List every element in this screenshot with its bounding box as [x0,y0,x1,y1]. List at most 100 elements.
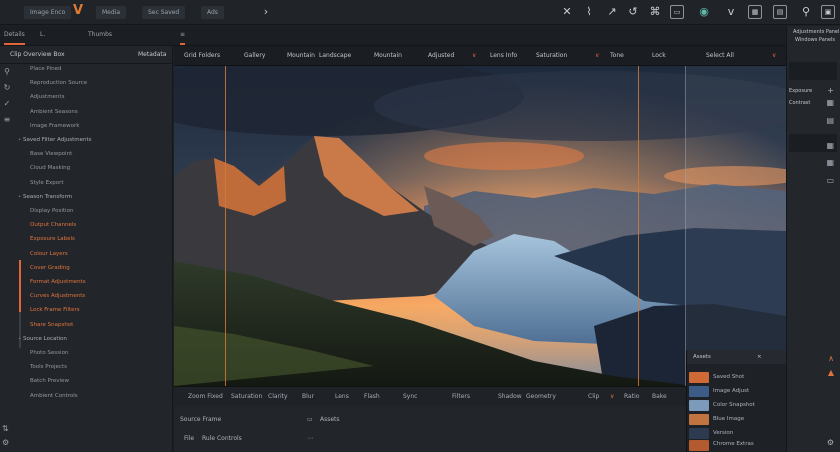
strip-item[interactable]: Ratio [624,393,639,400]
tree-item[interactable]: Style Export [30,178,64,189]
wand-icon[interactable]: ⌘ [648,5,662,19]
globe-icon[interactable]: ◉ [697,5,711,19]
asset-item[interactable]: Saved Shot [713,374,744,380]
frame-icon[interactable]: ▭ [826,176,834,185]
gallery-icon[interactable]: ▦ [748,5,762,19]
asset-item[interactable]: Version [713,430,733,436]
strip-item[interactable]: Blur [302,393,314,400]
thumbnail[interactable] [689,372,709,383]
close-icon[interactable]: × [757,354,762,360]
crop-guide-left[interactable] [225,66,226,386]
viewer-label[interactable]: Mountain [374,52,402,59]
tree-item[interactable]: Exposure Labels [30,234,75,245]
layers-icon[interactable]: ≡ [0,112,14,128]
grid-icon[interactable]: ▦ [826,141,834,150]
chevron-down-icon[interactable]: ∨ [595,52,599,59]
tree-item[interactable]: Colour Layers [30,249,68,260]
strip-item[interactable]: Lens [335,393,349,400]
viewer-label[interactable]: Grid Folders [184,52,220,59]
strip-item[interactable]: Geometry [526,393,556,400]
toolbar-pill-media[interactable]: Media [96,6,127,19]
tree-item[interactable]: Photo Session [30,348,68,359]
chevron-down-icon[interactable]: ∨ [472,52,476,59]
viewer-label[interactable]: Mountain [287,52,315,59]
tree-item[interactable]: Lock Frame Filters [30,305,80,316]
chevron-right-icon[interactable]: › [259,5,273,19]
loop-icon[interactable]: ↻ [0,80,14,96]
more-icon[interactable]: ⋯ [307,435,313,442]
thumbnail[interactable] [689,440,709,451]
strip-item[interactable]: Saturation [231,393,262,400]
viewer-label[interactable]: Gallery [244,52,265,59]
tab-thumbs[interactable]: Thumbs [88,31,112,38]
plus-icon[interactable]: + [827,86,834,95]
toolbar-pill-ads[interactable]: Ads [201,6,224,19]
chevron-down-icon[interactable]: ∨ [610,393,614,400]
sort-icon[interactable]: ⇅ [2,424,9,433]
tree-item[interactable]: Base Viewpoint [30,149,72,160]
settings-icon[interactable]: ⚙ [827,438,834,447]
tree-item[interactable]: Adjustments [30,92,64,103]
thumbnail[interactable] [689,414,709,425]
warning-icon[interactable]: ▲ [828,368,834,377]
asset-item[interactable]: Chrome Extras [713,441,754,447]
tab-details[interactable]: Details [4,31,25,45]
strip-item[interactable]: Flash [364,393,380,400]
tree-item[interactable]: • Season Transform [18,192,72,203]
landscape-photo[interactable] [174,66,786,386]
frame-icon[interactable]: ▭ [670,5,684,19]
tree-item[interactable]: Output Channels [30,220,76,231]
tree-item[interactable]: Place Pined [30,64,61,75]
tree-item[interactable]: Image Framework [30,121,79,132]
check-icon[interactable]: ✓ [0,96,14,112]
tree-item[interactable]: Ambient Controls [30,391,78,402]
toolbar-pill-saved[interactable]: Sec Saved [142,6,186,19]
tree-item[interactable]: Ambient Seasons [30,107,78,118]
strip-item[interactable]: Shadow [498,393,522,400]
strip-item[interactable]: Sync [403,393,417,400]
asset-item[interactable]: Image Adjust [713,388,749,394]
tab-viewer[interactable]: ≡ [180,31,186,45]
crop-guide-right[interactable] [638,66,639,386]
grid-icon[interactable]: ▦ [826,98,834,107]
strip-item[interactable]: Zoom Fixed [188,393,223,400]
viewer-label[interactable]: Select All [706,52,734,59]
thumbnail[interactable] [689,386,709,397]
viewer-label[interactable]: Saturation [536,52,567,59]
strip-item[interactable]: Clarity [268,393,288,400]
footer-assets-label[interactable]: Assets [320,416,340,423]
thumbnail[interactable] [689,428,709,439]
settings-icon[interactable]: ⚙ [2,438,9,447]
pen-icon[interactable]: ↗ [605,5,619,19]
tree-item[interactable]: Curves Adjustments [30,291,85,302]
strip-item[interactable]: Bake [652,393,667,400]
tree-item[interactable]: Format Adjustments [30,277,86,288]
viewer-label[interactable]: Landscape [319,52,351,59]
brush-icon[interactable]: ⌇ [582,5,596,19]
filter-icon[interactable]: ⅴ [724,5,738,19]
grid-icon[interactable]: ▦ [826,158,834,167]
strip-item[interactable]: Clip [588,393,599,400]
pin-icon[interactable]: ⚲ [0,64,14,80]
viewer-label[interactable]: Tone [610,52,624,59]
rotate-icon[interactable]: ↺ [626,5,640,19]
tree-item[interactable]: Cover Grading [30,263,70,274]
viewer-label[interactable]: Lock [652,52,666,59]
tree-item[interactable]: Batch Preview [30,376,69,387]
viewer-label[interactable]: Adjusted [428,52,454,59]
asset-item[interactable]: Color Snapshot [713,402,755,408]
toolbar-pill-image[interactable]: Image Enco [24,6,72,19]
tree-item[interactable]: • Saved Filter Adjustments [18,135,92,146]
strip-item[interactable]: Filters [452,393,470,400]
pin-icon[interactable]: ⚲ [799,5,813,19]
chevron-down-icon[interactable]: ∨ [772,52,776,59]
tree-item[interactable]: Display Position [30,206,73,217]
frame-icon[interactable]: ▭ [307,416,313,423]
split-divider[interactable] [685,66,686,386]
tree-item[interactable]: Share Snapshot [30,320,73,331]
layout-icon[interactable]: ▤ [773,5,787,19]
footer-controls-label[interactable]: Rule Controls [202,435,242,442]
asset-item[interactable]: Blue Image [713,416,744,422]
tab-l-meta[interactable]: L. [40,31,45,38]
tree-item[interactable]: Tools Projects [30,362,67,373]
